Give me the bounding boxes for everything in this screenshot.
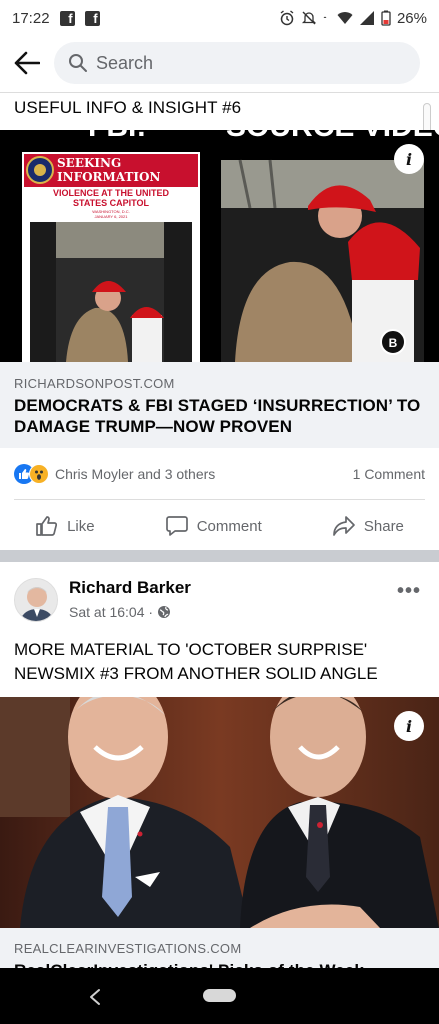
post-separator xyxy=(0,550,439,562)
post-header: Richard Barker Sat at 16:04 · ••• xyxy=(0,566,439,630)
comment-label: Comment xyxy=(196,517,262,535)
image-headline-right: SOURCE VIDEO: xyxy=(226,130,439,143)
link-preview[interactable]: RICHARDSONPOST.COM DEMOCRATS & FBI STAGE… xyxy=(0,362,439,448)
link-domain: REALCLEARINVESTIGATIONS.COM xyxy=(14,941,242,956)
nav-home-pill[interactable] xyxy=(203,989,236,1002)
post-text: MORE MATERIAL TO 'OCTOBER SURPRISE' NEWS… xyxy=(14,640,378,683)
mute-icon xyxy=(301,11,317,25)
link-domain: RICHARDSONPOST.COM xyxy=(14,376,175,391)
share-icon xyxy=(333,516,355,536)
header-divider xyxy=(0,92,439,93)
image-headline-left: FBI: xyxy=(88,130,146,143)
more-options-icon[interactable]: ••• xyxy=(397,580,421,603)
poster-line-6: JANUARY 6, 2021 xyxy=(95,214,129,219)
reaction-names: Chris Moyler and 3 others xyxy=(55,466,216,482)
share-label: Share xyxy=(363,517,404,535)
info-button[interactable]: i xyxy=(394,144,424,174)
reactions-summary[interactable]: Chris Moyler and 3 others xyxy=(14,464,215,484)
link-title: DEMOCRATS & FBI STAGED ‘INSURRECTION’ TO… xyxy=(14,396,421,436)
two-men-photo xyxy=(0,697,439,928)
link-preview-image[interactable]: i xyxy=(0,697,439,928)
data-arrows-icon xyxy=(323,16,327,18)
search-input[interactable] xyxy=(96,52,396,74)
search-box[interactable] xyxy=(54,42,420,84)
signal-icon xyxy=(359,11,374,25)
status-time: 17:22 xyxy=(12,9,50,27)
facebook-icon: f xyxy=(84,10,100,26)
reactions-bar: Chris Moyler and 3 others 1 Comment xyxy=(14,462,425,486)
comment-icon xyxy=(165,516,188,536)
like-button[interactable]: Like xyxy=(35,514,95,538)
post-author[interactable]: Richard Barker xyxy=(69,578,191,598)
wifi-icon xyxy=(337,12,353,26)
post-timestamp: Sat at 16:04 · xyxy=(69,604,171,620)
svg-text:B: B xyxy=(389,336,398,350)
battery-percent: 26% xyxy=(396,9,427,27)
poster-line-1: SEEKING xyxy=(57,156,121,170)
nav-back-icon[interactable] xyxy=(88,988,102,1006)
like-label: Like xyxy=(67,517,95,535)
post-actions: Like Comment Share xyxy=(0,508,439,544)
reactions-divider xyxy=(14,499,425,500)
search-icon xyxy=(69,54,87,72)
alarm-icon xyxy=(280,10,294,26)
facebook-icon: f xyxy=(59,10,75,26)
status-bar: 17:22 f f 26% xyxy=(0,0,439,36)
post-text: USEFUL INFO & INSIGHT #6 xyxy=(14,98,242,117)
status-bar-left: 17:22 f f xyxy=(12,10,100,27)
status-bar-right: 26% xyxy=(279,10,427,27)
globe-icon xyxy=(158,606,171,618)
battery-icon xyxy=(381,10,391,26)
top-search-bar xyxy=(0,40,439,86)
thumbs-up-icon xyxy=(36,516,58,536)
fbi-video-collage: FBI: SOURCE VIDEO: SEEKING INFORMATION V… xyxy=(0,130,439,362)
avatar[interactable] xyxy=(14,578,58,622)
post-time-text: Sat at 16:04 · xyxy=(69,604,154,620)
back-arrow-icon[interactable] xyxy=(14,51,40,75)
comment-button[interactable]: Comment xyxy=(165,514,262,538)
comment-count[interactable]: 1 Comment xyxy=(353,466,425,482)
poster-line-3: VIOLENCE AT THE UNITED xyxy=(53,188,170,198)
wow-reaction-icon xyxy=(29,464,49,484)
poster-line-2: INFORMATION xyxy=(57,170,160,184)
share-button[interactable]: Share xyxy=(332,514,404,538)
poster-line-4: STATES CAPITOL xyxy=(73,198,150,208)
link-preview-image[interactable]: FBI: SOURCE VIDEO: SEEKING INFORMATION V… xyxy=(0,130,439,362)
system-nav-bar xyxy=(0,968,439,1024)
info-button[interactable]: i xyxy=(394,711,424,741)
